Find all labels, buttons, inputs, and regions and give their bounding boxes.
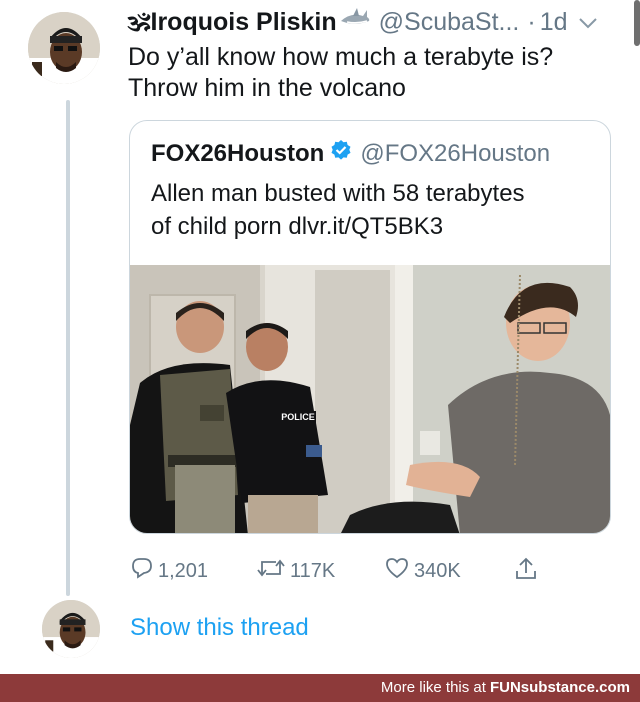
reply-count: 1,201 [158, 559, 209, 582]
heart-icon [384, 556, 410, 586]
author-handle[interactable]: @ScubaSt... [379, 7, 520, 37]
tweet-actions: 1,201 117K 340K [130, 556, 550, 590]
quoted-author-name: FOX26Houston [151, 140, 325, 167]
avatar[interactable] [42, 600, 100, 658]
author-name[interactable]: 🕉Iroquois Pliskin [128, 7, 337, 37]
quoted-tweet-text: Allen man busted with 58 terabytes of ch… [151, 177, 525, 243]
avatar[interactable] [28, 12, 100, 84]
tweet-time[interactable]: 1d [540, 7, 568, 37]
like-count: 340K [414, 559, 461, 582]
show-thread-link[interactable]: Show this thread [130, 614, 309, 642]
news-photo[interactable]: POLICE [130, 265, 610, 533]
footer-brand[interactable]: FUNsubstance.com [490, 679, 630, 696]
reply-icon [130, 556, 154, 586]
watermark-footer: More like this at FUNsubstance.com [0, 674, 640, 702]
retweet-icon [256, 556, 286, 586]
chevron-down-icon[interactable] [578, 7, 598, 37]
separator-dot: · [527, 7, 536, 36]
retweet-button[interactable]: 117K [256, 556, 335, 586]
reply-button[interactable]: 1,201 [130, 556, 208, 586]
tweet-text: Do y’all know how much a terabyte is? Th… [128, 42, 618, 104]
shark-emoji-icon [339, 6, 371, 37]
share-icon [514, 556, 538, 588]
like-button[interactable]: 340K [384, 556, 461, 586]
retweet-count: 117K [290, 559, 336, 582]
verified-badge-icon [330, 139, 352, 169]
quoted-text-line[interactable]: of child porn dlvr.it/QT5BK3 [151, 210, 525, 243]
quoted-text-line: Allen man busted with 58 terabytes [151, 180, 525, 207]
scrollbar[interactable] [634, 0, 640, 46]
tweet-text-line: Throw him in the volcano [128, 74, 406, 102]
footer-prefix: More like this at [380, 679, 486, 696]
thread-line [66, 100, 70, 596]
tweet-header: 🕉Iroquois Pliskin @ScubaSt... · 1d [128, 6, 598, 37]
tweet-text-line: Do y’all know how much a terabyte is? [128, 43, 554, 71]
share-button[interactable] [514, 556, 538, 588]
quoted-tweet-header: FOX26Houston @FOX26Houston [151, 139, 550, 169]
quoted-author-handle: @FOX26Houston [360, 140, 551, 167]
quoted-tweet[interactable]: FOX26Houston @FOX26Houston Allen man bus… [129, 120, 611, 534]
police-vest-label: POLICE [281, 412, 315, 422]
